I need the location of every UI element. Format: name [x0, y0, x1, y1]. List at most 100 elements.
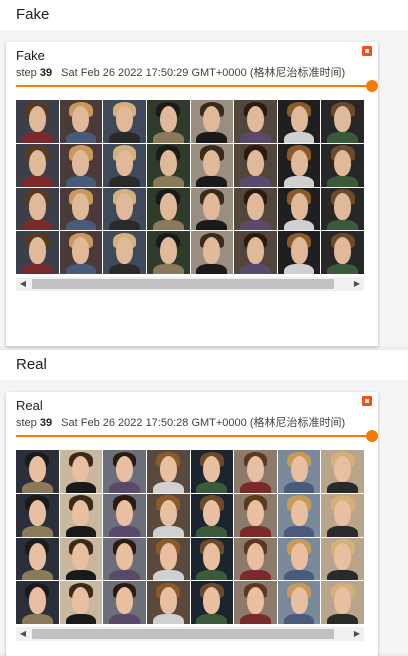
portrait-body: [283, 132, 315, 143]
grid-image: [321, 187, 364, 231]
portrait-face: [334, 105, 352, 133]
grid-image: [190, 537, 234, 581]
grid-image: [103, 143, 146, 187]
chevron-right-icon[interactable]: ▶: [350, 277, 364, 291]
portrait-body: [109, 526, 140, 537]
portrait-body: [196, 263, 228, 274]
portrait-body: [152, 176, 184, 187]
section-title: Real: [16, 356, 47, 373]
grid-image: [146, 537, 190, 581]
portrait-body: [21, 482, 53, 493]
portrait-body: [327, 132, 359, 143]
grid-image: [277, 231, 321, 274]
card-step-info: step 39 Sat Feb 26 2022 17:50:28 GMT+000…: [16, 414, 345, 430]
step-label: step: [16, 417, 37, 429]
horizontal-scrollbar[interactable]: ◀ ▶: [16, 627, 364, 641]
portrait-face: [203, 193, 221, 220]
portrait-face: [334, 455, 352, 483]
portrait-body: [21, 219, 53, 231]
expand-icon[interactable]: [362, 396, 372, 406]
grid-image: [321, 537, 364, 581]
portrait-body: [152, 132, 184, 143]
portrait-body: [240, 132, 271, 143]
portrait-body: [283, 219, 315, 231]
portrait-face: [28, 105, 46, 133]
grid-image: [277, 143, 321, 187]
section-header-real[interactable]: Real: [0, 350, 408, 380]
grid-image: [103, 581, 146, 624]
step-slider[interactable]: [16, 80, 378, 92]
portrait-face: [290, 237, 308, 264]
portrait-face: [246, 149, 264, 177]
portrait-face: [116, 587, 134, 614]
portrait-face: [203, 455, 221, 483]
portrait-face: [72, 455, 90, 483]
portrait-face: [246, 455, 264, 483]
portrait-face: [334, 237, 352, 264]
portrait-face: [159, 587, 177, 614]
portrait-body: [109, 613, 140, 624]
portrait-body: [240, 176, 271, 187]
chevron-left-icon[interactable]: ◀: [16, 627, 30, 641]
portrait-body: [21, 526, 53, 537]
step-slider-thumb[interactable]: [366, 80, 378, 92]
section-header-fake[interactable]: Fake: [0, 0, 408, 30]
portrait-body: [240, 482, 271, 493]
portrait-body: [240, 219, 271, 231]
scrollbar-thumb[interactable]: [32, 629, 334, 639]
portrait-body: [65, 613, 97, 624]
step-slider[interactable]: [16, 430, 378, 442]
portrait-body: [196, 526, 228, 537]
portrait-body: [240, 263, 271, 274]
portrait-body: [196, 613, 228, 624]
grid-image: [59, 581, 103, 624]
portrait-body: [109, 132, 140, 143]
portrait-body: [283, 526, 315, 537]
chevron-left-icon[interactable]: ◀: [16, 277, 30, 291]
grid-image: [190, 187, 234, 231]
scrollbar-thumb[interactable]: [32, 279, 334, 289]
portrait-face: [290, 149, 308, 177]
portrait-face: [72, 193, 90, 220]
portrait-face: [203, 499, 221, 527]
grid-image: [234, 187, 277, 231]
portrait-face: [290, 587, 308, 614]
portrait-face: [72, 587, 90, 614]
portrait-body: [196, 569, 228, 581]
step-slider-thumb[interactable]: [366, 430, 378, 442]
grid-image: [146, 187, 190, 231]
portrait-face: [203, 543, 221, 570]
expand-icon[interactable]: [362, 46, 372, 56]
portrait-face: [246, 105, 264, 133]
grid-image: [277, 581, 321, 624]
portrait-body: [152, 482, 184, 493]
portrait-body: [65, 526, 97, 537]
grid-image: [277, 450, 321, 493]
portrait-body: [196, 132, 228, 143]
portrait-body: [21, 613, 53, 624]
portrait-body: [109, 569, 140, 581]
portrait-body: [152, 219, 184, 231]
portrait-face: [290, 543, 308, 570]
grid-image: [103, 187, 146, 231]
grid-image: [146, 493, 190, 537]
step-value: 39: [39, 417, 53, 429]
portrait-body: [109, 482, 140, 493]
portrait-face: [334, 499, 352, 527]
portrait-face: [28, 237, 46, 264]
chevron-right-icon[interactable]: ▶: [350, 627, 364, 641]
sample-image-grid: [16, 100, 364, 274]
portrait-face: [159, 543, 177, 570]
grid-image: [321, 100, 364, 143]
portrait-face: [246, 193, 264, 220]
portrait-face: [72, 499, 90, 527]
grid-image: [321, 581, 364, 624]
grid-image: [277, 493, 321, 537]
portrait-face: [72, 543, 90, 570]
grid-image: [190, 143, 234, 187]
portrait-face: [159, 149, 177, 177]
horizontal-scrollbar[interactable]: ◀ ▶: [16, 277, 364, 291]
grid-image: [146, 581, 190, 624]
grid-image: [103, 450, 146, 493]
portrait-body: [152, 569, 184, 581]
